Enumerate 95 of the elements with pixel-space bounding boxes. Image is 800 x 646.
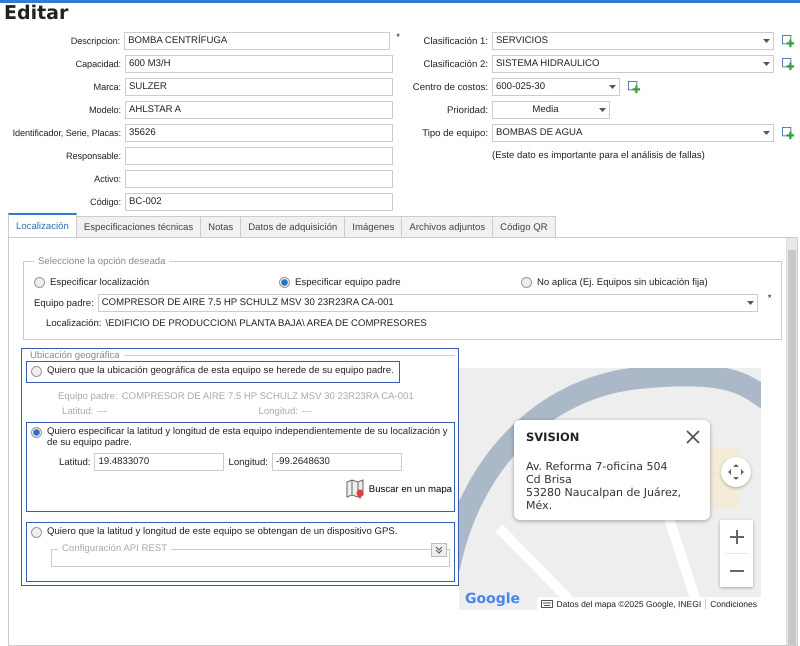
map-pin-icon <box>346 479 364 499</box>
field-label: Latitud: <box>62 406 94 419</box>
field-label: Localización: <box>46 318 102 328</box>
field-label: Prioridad: <box>446 104 489 116</box>
radio-label: Especificar localización <box>50 276 150 288</box>
text-field[interactable]: 35626 <box>125 124 393 142</box>
group-legend: Ubicación geográfica <box>26 350 124 361</box>
dropdown[interactable]: BOMBAS DE AGUA <box>492 124 774 142</box>
tab[interactable]: Imágenes <box>344 216 402 237</box>
field-label: Longitud: <box>228 456 268 468</box>
caret-icon <box>763 131 770 135</box>
radio-button[interactable] <box>31 427 42 438</box>
text-field[interactable]: BC-002 <box>125 193 393 211</box>
address-line: Av. Reforma 7-oficina 504 <box>526 460 668 473</box>
add-icon[interactable] <box>628 80 641 94</box>
radio-label: No aplica (Ej. Equipos sin ubicación fija) <box>537 276 708 288</box>
text-field[interactable] <box>125 147 393 165</box>
radio-button[interactable] <box>31 527 42 538</box>
field-label: Activo: <box>93 174 122 184</box>
field-label: Descripcion: <box>70 36 122 46</box>
caret-icon <box>746 301 754 305</box>
zoom-out-button[interactable] <box>720 554 753 587</box>
text-field[interactable]: SULZER <box>125 78 393 96</box>
dropdown[interactable]: 600-025-30 <box>492 78 620 96</box>
hint-text: (Este dato es importante para el análisis de fallas) <box>491 149 706 163</box>
caret-icon <box>763 62 770 66</box>
address-line: Méx. <box>526 499 554 512</box>
text-field[interactable]: AHLSTAR A <box>125 101 393 119</box>
caret-icon <box>609 85 616 89</box>
dropdown[interactable]: SERVICIOS <box>492 32 774 50</box>
map-attribution: Datos del mapa ©2025 Google, INEGI <box>556 598 702 608</box>
field-value: COMPRESOR DE AIRE 7.5 HP SCHULZ MSV 30 23R23RA CA-001 <box>122 391 414 402</box>
tab[interactable]: Notas <box>200 216 242 237</box>
field-label: Capacidad: <box>74 59 122 69</box>
map-logo: Google <box>465 591 520 607</box>
plus-icon <box>730 530 744 544</box>
caret-icon <box>763 39 770 43</box>
required-mark: * <box>766 293 772 304</box>
add-icon[interactable] <box>782 58 795 70</box>
tab[interactable]: Código QR <box>492 216 556 237</box>
field-label: Centro de costos: <box>412 82 489 92</box>
radio-label: Quiero que la latitud y longitud de este equipo se obtengan de un dispositivo GPS. <box>47 526 398 537</box>
field-label: Equipo padre: <box>34 298 94 308</box>
field-label: Clasificación 2: <box>422 58 489 70</box>
add-icon[interactable] <box>782 126 795 140</box>
tab[interactable]: Localización <box>8 213 77 237</box>
dropdown[interactable]: Media <box>492 101 610 119</box>
caret-icon <box>599 108 606 112</box>
tab[interactable]: Archivos adjuntos <box>401 216 494 237</box>
field-label: Longitud: <box>258 406 298 419</box>
tab[interactable]: Especificaciones técnicas <box>76 216 202 237</box>
add-icon[interactable] <box>782 34 795 48</box>
location-path: \EDIFICIO DE PRODUCCION\ PLANTA BAJA\ AREA DE COMPRESORES <box>105 318 427 328</box>
text-field[interactable] <box>125 170 393 188</box>
minus-icon <box>730 570 744 572</box>
field-value: --- <box>97 406 108 419</box>
pan-icon[interactable] <box>721 457 751 487</box>
group-legend: Configuración API REST <box>58 543 172 554</box>
map-search-button[interactable]: Buscar en un mapa <box>344 479 454 499</box>
dropdown[interactable]: SISTEMA HIDRAULICO <box>492 55 774 73</box>
text-field[interactable]: BOMBA CENTRÍFUGA <box>124 32 390 50</box>
tab[interactable]: Datos de adquisición <box>240 216 346 237</box>
field-label: Modelo: <box>88 105 122 115</box>
expand-icon[interactable] <box>431 543 447 557</box>
required-mark: * <box>395 32 400 43</box>
text-field[interactable]: 19.4833070 <box>94 453 224 471</box>
popup-title: SVISION <box>526 430 580 444</box>
text-field[interactable]: 600 M3/H <box>125 55 393 73</box>
radio-label: Quiero especificar la latitud y longitud de esta equipo independientemente de su localización y de su equipo padre. <box>47 426 449 448</box>
radio-button[interactable] <box>279 276 290 288</box>
page-title: Editar <box>3 3 70 26</box>
radio-button[interactable] <box>521 276 532 288</box>
field-value: --- <box>302 406 312 419</box>
group-legend: Seleccione la opción deseada <box>34 256 170 267</box>
field-label: Clasificación 1: <box>422 36 489 46</box>
field-label: Equipo padre: <box>58 391 118 402</box>
address-line: Cd Brisa <box>526 473 573 486</box>
field-label: Responsable: <box>65 151 122 161</box>
keyboard-icon <box>540 600 552 608</box>
radio-button[interactable] <box>31 366 42 377</box>
radio-label: Quiero que la ubicación geográfica de esta equipo se herede de su equipo padre. <box>47 365 394 376</box>
radio-button[interactable] <box>34 276 45 288</box>
field-label: Marca: <box>92 82 122 92</box>
zoom-in-button[interactable] <box>720 520 753 553</box>
terms-link[interactable]: Condiciones <box>705 598 761 608</box>
radio-label: Especificar equipo padre <box>295 276 401 288</box>
text-field[interactable]: -99.2648630 <box>272 453 402 471</box>
close-icon[interactable] <box>686 430 700 444</box>
dropdown[interactable]: COMPRESOR DE AIRE 7.5 HP SCHULZ MSV 30 23R23RA CA-001 <box>98 294 758 312</box>
field-label: Código: <box>89 197 122 207</box>
address-line: 53280 Naucalpan de Juárez, <box>526 486 682 499</box>
field-label: Identificador, Serie, Placas: <box>12 128 122 138</box>
field-label: Tipo de equipo: <box>421 128 489 138</box>
field-label: Latitud: <box>59 456 90 468</box>
scrollbar[interactable] <box>786 238 797 645</box>
